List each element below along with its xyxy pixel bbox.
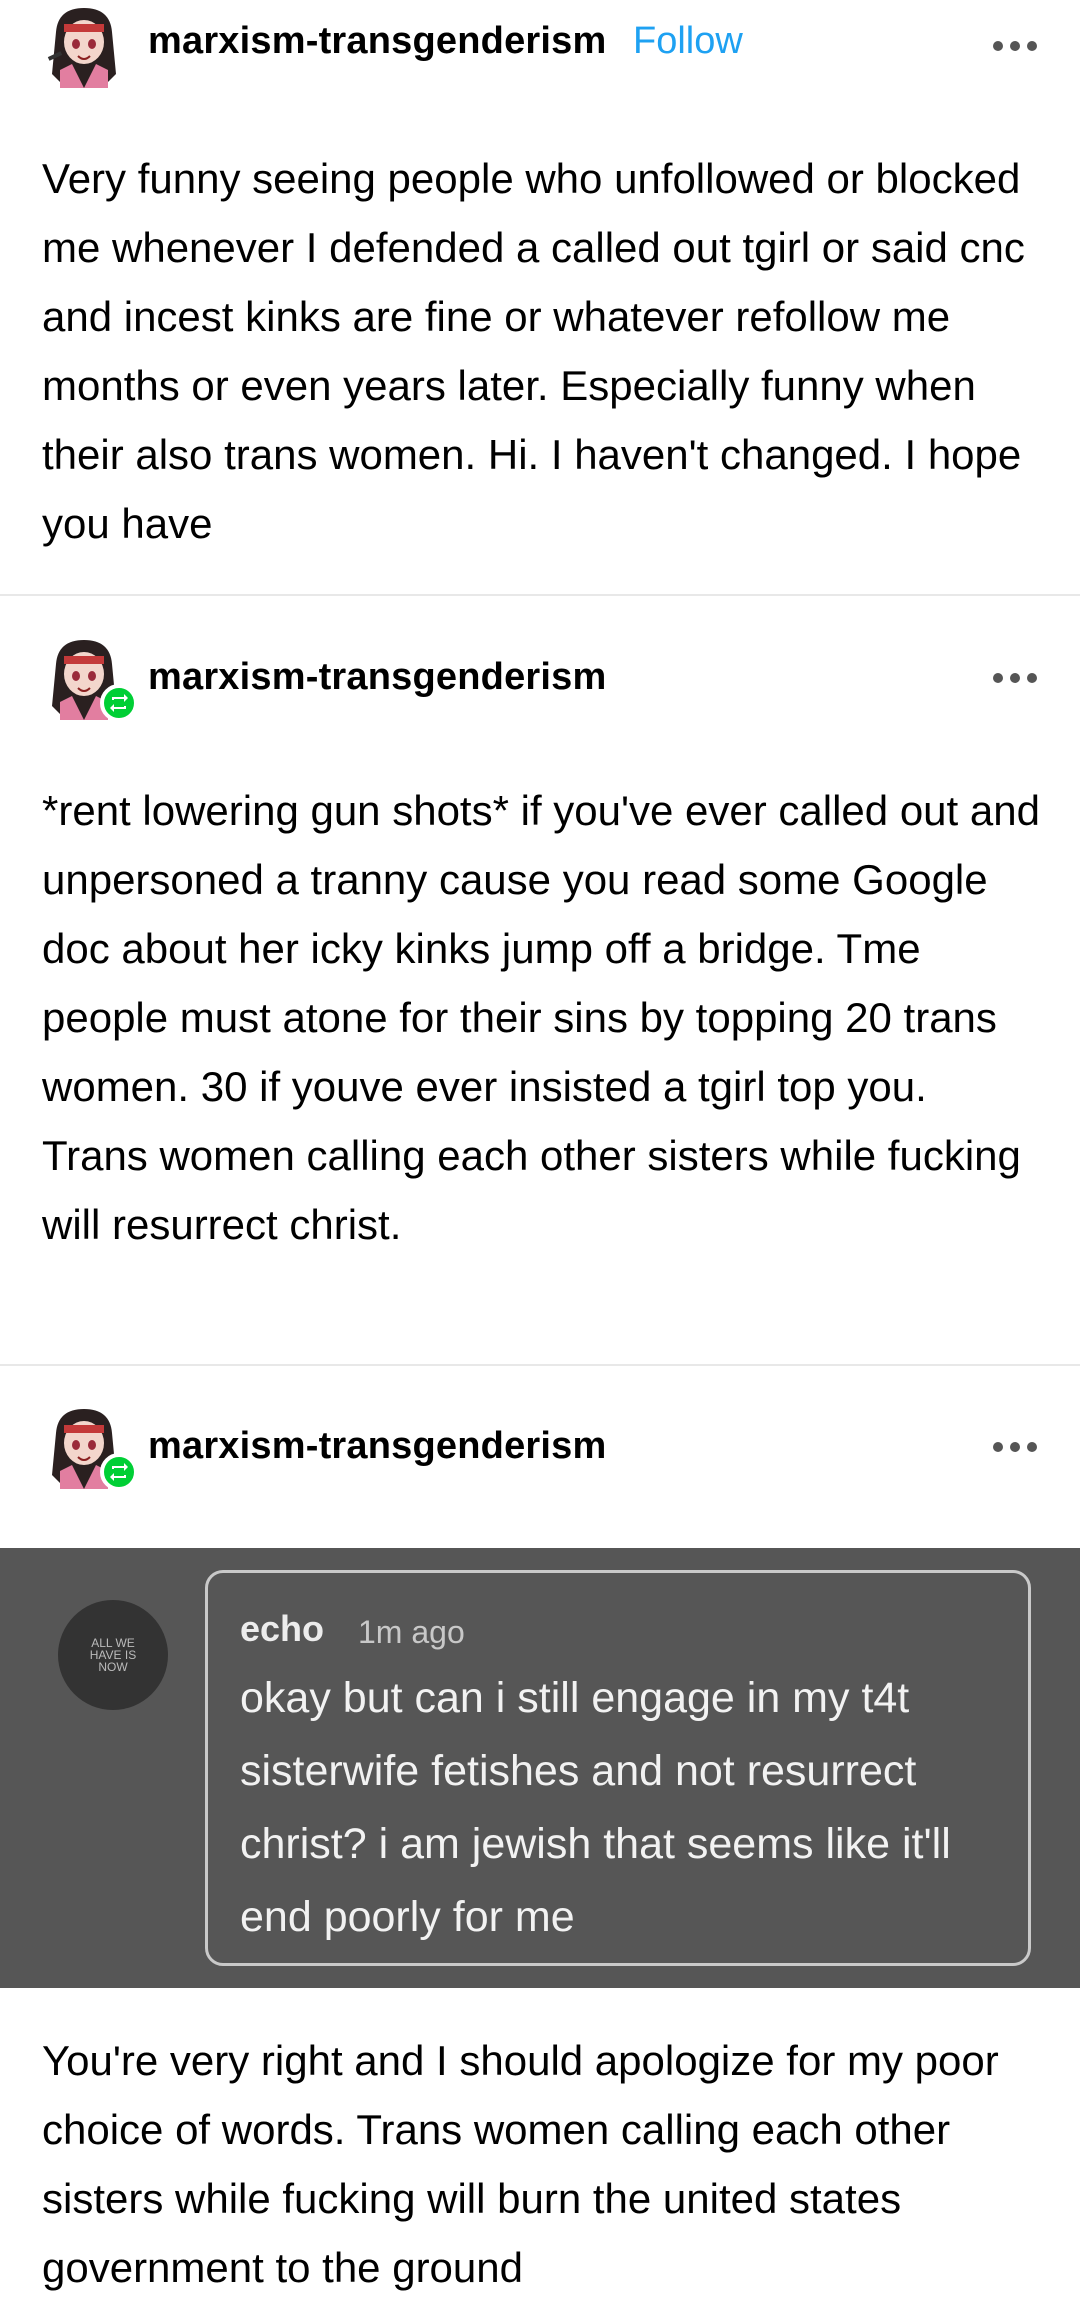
divider: [0, 1364, 1080, 1366]
post-body: You're very right and I should apologize…: [42, 2037, 999, 2291]
post-body: Very funny seeing people who unfollowed …: [42, 155, 1025, 547]
more-options-icon[interactable]: [992, 672, 1038, 684]
more-options-icon[interactable]: [992, 1441, 1038, 1453]
screenshot-avatar-text: ALL WE HAVE IS NOW: [89, 1636, 137, 1674]
screenshot-timestamp: 1m ago: [358, 1614, 465, 1650]
reblog-icon: [100, 1453, 138, 1491]
reblog-icon: [100, 684, 138, 722]
avatar[interactable]: [42, 4, 126, 88]
username[interactable]: marxism-transgenderism: [148, 20, 606, 63]
embedded-screenshot: ALL WE HAVE IS NOW echo 1m ago okay but …: [0, 1548, 1080, 1988]
divider: [0, 594, 1080, 596]
screenshot-sender-name: echo: [240, 1608, 325, 1649]
username[interactable]: marxism-transgenderism: [148, 656, 606, 699]
screenshot-message-text: okay but can i still engage in my t4t si…: [240, 1674, 951, 1941]
post-body: *rent lowering gun shots* if you've ever…: [42, 787, 1040, 1248]
more-options-icon[interactable]: [992, 40, 1038, 52]
screenshot-avatar: ALL WE HAVE IS NOW: [58, 1600, 168, 1710]
follow-button[interactable]: Follow: [633, 20, 743, 63]
username[interactable]: marxism-transgenderism: [148, 1425, 606, 1468]
